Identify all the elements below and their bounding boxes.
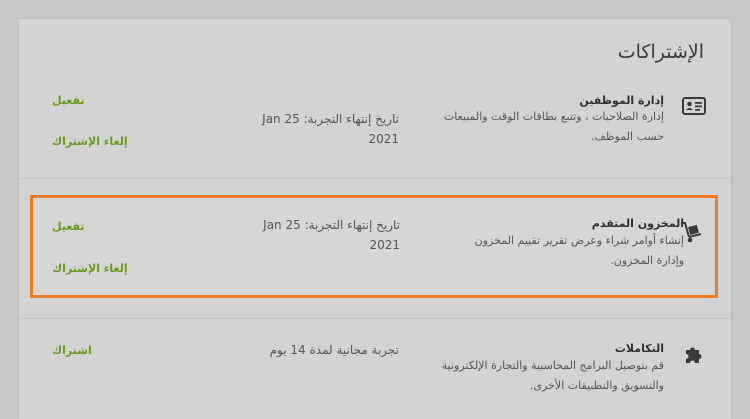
activate-button[interactable]: تفعيل	[52, 220, 85, 233]
free-trial-status: تجربة مجانية لمدة 14 يوم	[269, 343, 399, 357]
subscription-name: المخزون المتقدم	[591, 217, 684, 230]
subscribe-button[interactable]: اشتراك	[52, 344, 92, 357]
subscription-name: التكاملات	[614, 342, 664, 355]
page-title: الإشتراكات	[617, 41, 704, 63]
puzzle-icon	[682, 344, 706, 368]
cancel-subscription-button[interactable]: إلغاء الإشتراك	[52, 262, 128, 275]
row-divider	[19, 178, 731, 179]
id-card-icon	[681, 93, 707, 119]
subscription-name: إدارة الموظفين	[579, 94, 664, 107]
subscription-row-employees: إدارة الموظفين إدارة الصلاحيات ، وتتبع ب…	[19, 79, 731, 189]
trial-expiry-date: تاريخ إنتهاء التجربة: Jan 25 2021	[263, 218, 400, 252]
subscription-row-inventory: المخزون المتقدم إنشاء أوامر شراء وعرض تق…	[30, 195, 718, 298]
activate-button[interactable]: تفعيل	[52, 94, 85, 107]
row-divider	[19, 318, 731, 319]
subscription-description: قم بتوصيل البرامج المحاسبية والتجارة الإ…	[441, 359, 664, 392]
subscription-description: إنشاء أوامر شراء وعرض تقرير تقييم المخزو…	[474, 234, 684, 267]
trial-expiry-date: تاريخ إنتهاء التجربة: Jan 25 2021	[262, 112, 399, 146]
subscription-row-integrations: التكاملات قم بتوصيل البرامج المحاسبية وا…	[19, 320, 731, 413]
cancel-subscription-button[interactable]: إلغاء الإشتراك	[52, 135, 128, 148]
subscription-description: إدارة الصلاحيات ، وتتبع بطاقات الوقت وال…	[443, 110, 664, 143]
